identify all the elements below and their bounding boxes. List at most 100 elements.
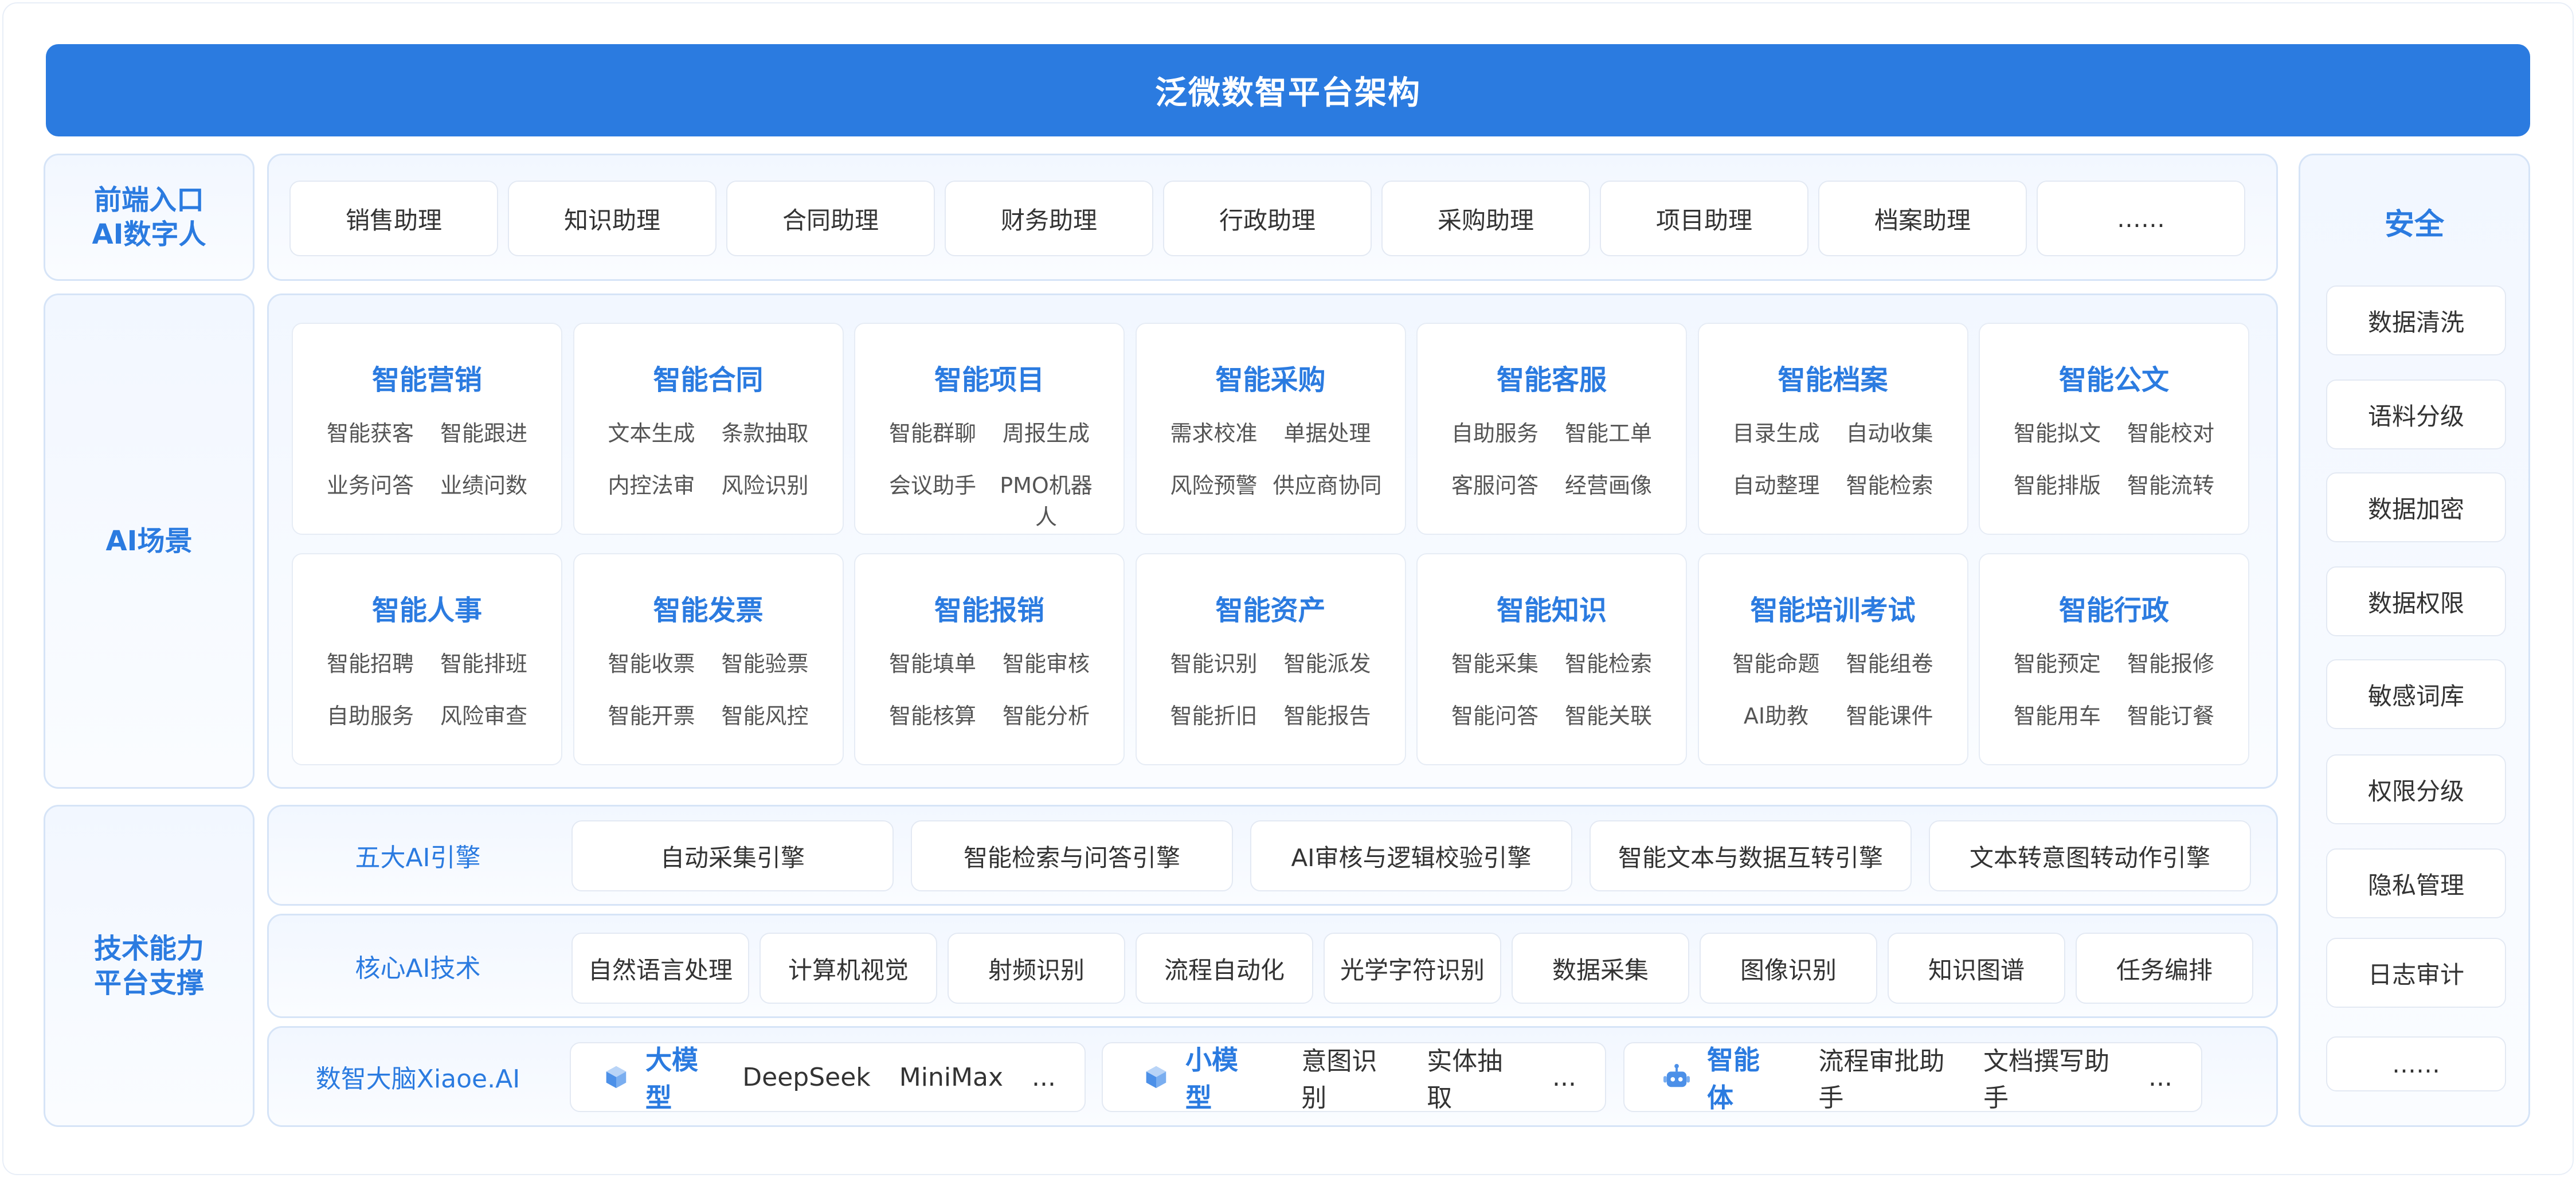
model-name: 小模型	[1185, 1044, 1238, 1113]
scene-card[interactable]: 智能档案 目录生成 自动收集 自动整理 智能检索	[1697, 323, 1968, 535]
scene-card[interactable]: 智能资产 智能识别 智能派发 智能折旧 智能报告	[1135, 553, 1406, 765]
engine-card[interactable]: 自动采集引擎	[571, 820, 894, 891]
brain-label: 数智大脑Xiaoe.AI	[315, 1064, 520, 1094]
scene-card-item: 智能分析	[1002, 703, 1090, 729]
security-item[interactable]: 数据权限	[2326, 566, 2506, 636]
assistant-card-more[interactable]: ……	[2037, 181, 2245, 256]
scene-card[interactable]: 智能客服 自助服务 智能工单 客服问答 经营画像	[1416, 323, 1687, 535]
engine-card[interactable]: AI审核与逻辑校验引擎	[1250, 820, 1572, 891]
security-item-more[interactable]: ……	[2326, 1036, 2506, 1091]
scene-card[interactable]: 智能发票 智能收票 智能验票 智能开票 智能风控	[573, 553, 844, 765]
security-item[interactable]: 隐私管理	[2326, 848, 2506, 918]
scene-card-item: 智能跟进	[440, 421, 527, 446]
scene-card-item: 智能拟文	[2013, 421, 2101, 446]
scene-card-title: 智能营销	[371, 364, 482, 396]
core-tech-card[interactable]: 数据采集	[1512, 933, 1689, 1004]
scene-card-title: 智能项目	[934, 364, 1044, 396]
scene-card[interactable]: 智能采购需求校准 单据处理 风险预警 供应商协同	[1135, 323, 1406, 535]
scene-card-item: 智能命题	[1732, 651, 1820, 676]
scene-card[interactable]: 智能行政 智能预定 智能报修 智能用车 智能订餐	[1979, 553, 2249, 765]
scene-card-item: 智能订餐	[2127, 703, 2214, 729]
scene-card-item: 文本生成	[608, 421, 695, 446]
model-item-more: ...	[2148, 1062, 2172, 1092]
scene-card[interactable]: 智能营销 智能获客 智能跟进 业务问答 业绩问数	[292, 323, 562, 535]
scene-card-item: 智能用车	[2013, 703, 2101, 729]
scene-card-title: 智能合同	[653, 364, 764, 396]
scene-card[interactable]: 智能项目智能群聊 周报生成 会议助手 PMO机器人	[854, 323, 1125, 535]
assistant-card[interactable]: 行政助理	[1163, 181, 1372, 256]
scene-card-items: 智能识别 智能派发 智能折旧 智能报告	[1137, 646, 1405, 730]
core-tech-card[interactable]: 任务编排	[2076, 933, 2253, 1004]
scene-card-item: 业绩问数	[440, 473, 527, 498]
scene-card-title: 智能公文	[2058, 364, 2169, 396]
scene-card-item: 条款抽取	[721, 421, 809, 446]
model-name: 智能体	[1707, 1044, 1760, 1113]
scene-card-item: 需求校准	[1170, 421, 1258, 446]
scene-card-item: 经营画像	[1564, 473, 1652, 498]
core-tech-card[interactable]: 图像识别	[1700, 933, 1877, 1004]
model-card-agent[interactable]: 智能体 流程审批助手 文档撰写助手 ...	[1623, 1042, 2202, 1113]
ai-scene-panel: 智能营销 智能获客 智能跟进 业务问答 业绩问数 智能合同 文本生成 条款抽取 内控法审 风险识别…	[267, 293, 2278, 789]
scene-card-item: 业务问答	[326, 473, 414, 498]
engine-card[interactable]: 智能文本与数据互转引擎	[1590, 820, 1912, 891]
scene-card-item: 供应商协同	[1273, 473, 1382, 498]
assistant-card[interactable]: 项目助理	[1600, 181, 1808, 256]
scene-card-items: 智能填单 智能审核 智能核算 智能分析	[855, 646, 1123, 730]
assistant-card[interactable]: 销售助理	[289, 181, 498, 256]
scene-card-item: 智能预定	[2013, 651, 2101, 676]
scene-card[interactable]: 智能公文 智能拟文 智能校对 智能排版 智能流转	[1979, 323, 2249, 535]
scene-card-item: 智能报修	[2127, 651, 2214, 676]
model-card-small[interactable]: 小模型 意图识别 实体抽取 ...	[1102, 1042, 1606, 1113]
scene-card-item: 智能排班	[440, 651, 527, 676]
scene-card-item: 自助服务	[1451, 421, 1538, 446]
frontend-label-line1: 前端入口	[93, 184, 204, 216]
scene-card-items: 智能群聊 周报生成 会议助手 PMO机器人	[855, 416, 1123, 531]
scene-card-title: 智能采购	[1215, 364, 1326, 396]
assistant-card[interactable]: 知识助理	[508, 181, 717, 256]
core-tech-card[interactable]: 射频识别	[948, 933, 1125, 1004]
security-item[interactable]: 日志审计	[2326, 938, 2506, 1008]
scene-card-items: 需求校准 单据处理 风险预警 供应商协同	[1137, 416, 1405, 499]
assistant-card[interactable]: 档案助理	[1818, 181, 2027, 256]
scene-card-item: 智能组卷	[1846, 651, 1933, 676]
core-tech-card[interactable]: 流程自动化	[1136, 933, 1313, 1004]
scene-card-item: 单据处理	[1283, 421, 1371, 446]
security-item[interactable]: 权限分级	[2326, 754, 2506, 824]
scene-card[interactable]: 智能培训考试 智能命题 智能组卷 AI助教 智能课件	[1697, 553, 1968, 765]
scene-card-item: 智能开票	[608, 703, 695, 729]
core-tech-panel: 核心AI技术 自然语言处理 计算机视觉 射频识别 流程自动化 光学字符识别 数据…	[267, 914, 2278, 1018]
model-item: 实体抽取	[1427, 1047, 1503, 1113]
core-tech-card[interactable]: 光学字符识别	[1324, 933, 1501, 1004]
scene-card-item: 周报生成	[1002, 421, 1090, 446]
scene-card[interactable]: 智能合同 文本生成 条款抽取 内控法审 风险识别	[573, 323, 844, 535]
model-card-large[interactable]: 大模型 DeepSeek MiniMax ...	[570, 1042, 1086, 1113]
model-item-more: ...	[1552, 1062, 1576, 1092]
assistant-card[interactable]: 采购助理	[1381, 181, 1590, 256]
security-item[interactable]: 数据清洗	[2326, 285, 2506, 355]
security-item[interactable]: 语料分级	[2326, 379, 2506, 449]
scene-card[interactable]: 智能人事 智能招聘 智能排班 自助服务 风险审查	[292, 553, 562, 765]
scene-card-item: 智能关联	[1564, 703, 1652, 729]
scene-card-item: 智能审核	[1002, 651, 1090, 676]
model-item: DeepSeek	[742, 1062, 871, 1092]
scene-card-item: 智能校对	[2127, 421, 2214, 446]
assistant-card[interactable]: 合同助理	[726, 181, 935, 256]
diagram-title: 泛微数智平台架构	[46, 44, 2530, 136]
core-tech-card[interactable]: 知识图谱	[1888, 933, 2065, 1004]
security-label: 安全	[2384, 208, 2444, 242]
ai-scene-label: AI场景	[105, 525, 193, 557]
model-name: 大模型	[645, 1044, 698, 1113]
engine-card[interactable]: 智能检索与问答引擎	[911, 820, 1233, 891]
scene-card[interactable]: 智能报销 智能填单 智能审核 智能核算 智能分析	[854, 553, 1125, 765]
scene-card-item: 智能问答	[1451, 703, 1538, 729]
scene-card[interactable]: 智能知识 智能采集 智能检索 智能问答 智能关联	[1416, 553, 1687, 765]
security-item[interactable]: 数据加密	[2326, 472, 2506, 542]
engine-card[interactable]: 文本转意图转动作引擎	[1929, 820, 2251, 891]
security-item[interactable]: 敏感词库	[2326, 659, 2506, 729]
tech-label-line1: 技术能力	[93, 933, 204, 965]
ai-scene-label-box: AI场景	[44, 293, 255, 789]
assistant-card[interactable]: 财务助理	[945, 181, 1153, 256]
scene-card-item: 智能采集	[1451, 651, 1538, 676]
core-tech-card[interactable]: 自然语言处理	[571, 933, 749, 1004]
core-tech-card[interactable]: 计算机视觉	[760, 933, 937, 1004]
